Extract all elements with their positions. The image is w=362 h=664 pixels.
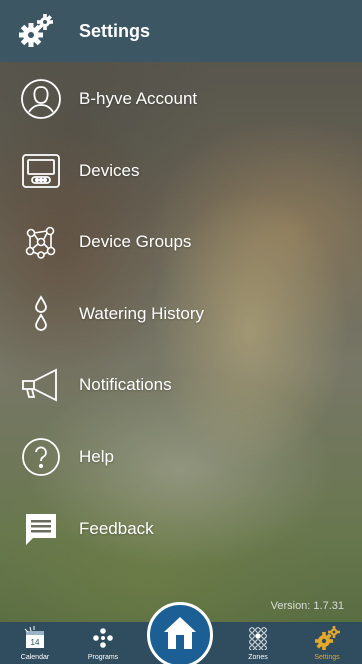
tab-label: Zones bbox=[248, 654, 268, 661]
settings-gears-icon bbox=[314, 626, 340, 650]
menu-item-label: Feedback bbox=[79, 519, 154, 538]
controller-device-icon bbox=[20, 150, 62, 192]
tab-label: Settings bbox=[314, 654, 340, 661]
menu-item-account[interactable]: B-hyve Account bbox=[0, 71, 362, 127]
menu-item-label: Device Groups bbox=[79, 232, 192, 251]
tab-calendar[interactable]: 14 Calendar bbox=[5, 622, 65, 664]
programs-icon bbox=[90, 626, 116, 650]
menu-item-label: Devices bbox=[79, 161, 140, 180]
account-icon bbox=[20, 78, 62, 120]
tab-label: Calendar bbox=[20, 654, 50, 661]
gears-icon bbox=[18, 14, 54, 48]
tab-zones[interactable]: Zones bbox=[228, 622, 288, 664]
zones-icon bbox=[245, 626, 271, 650]
menu-item-label: B-hyve Account bbox=[79, 89, 198, 108]
menu-item-help[interactable]: Help bbox=[0, 429, 362, 485]
home-icon bbox=[160, 613, 200, 658]
menu-item-feedback[interactable]: Feedback bbox=[0, 501, 362, 557]
water-drops-icon bbox=[20, 293, 62, 335]
calendar-day-badge: 14 bbox=[31, 638, 40, 647]
menu-item-devices[interactable]: Devices bbox=[0, 143, 362, 199]
tab-programs[interactable]: Programs bbox=[73, 622, 133, 664]
help-icon bbox=[20, 436, 62, 478]
tab-settings[interactable]: Settings bbox=[297, 622, 357, 664]
tab-label: Programs bbox=[87, 654, 119, 661]
feedback-icon bbox=[20, 508, 62, 550]
page-title: Settings bbox=[79, 21, 151, 41]
app-version: Version: 1.7.31 bbox=[270, 600, 344, 612]
menu-item-watering-history[interactable]: Watering History bbox=[0, 286, 362, 342]
menu-item-notifications[interactable]: Notifications bbox=[0, 357, 362, 413]
megaphone-icon bbox=[20, 364, 62, 406]
menu-item-label: Notifications bbox=[79, 375, 172, 394]
menu-item-label: Help bbox=[79, 447, 114, 466]
app-header: Settings bbox=[0, 0, 362, 62]
device-groups-icon bbox=[20, 221, 62, 263]
menu-item-device-groups[interactable]: Device Groups bbox=[0, 214, 362, 270]
calendar-icon: 14 bbox=[22, 626, 48, 650]
home-button[interactable] bbox=[147, 602, 213, 664]
menu-item-label: Watering History bbox=[79, 304, 205, 323]
